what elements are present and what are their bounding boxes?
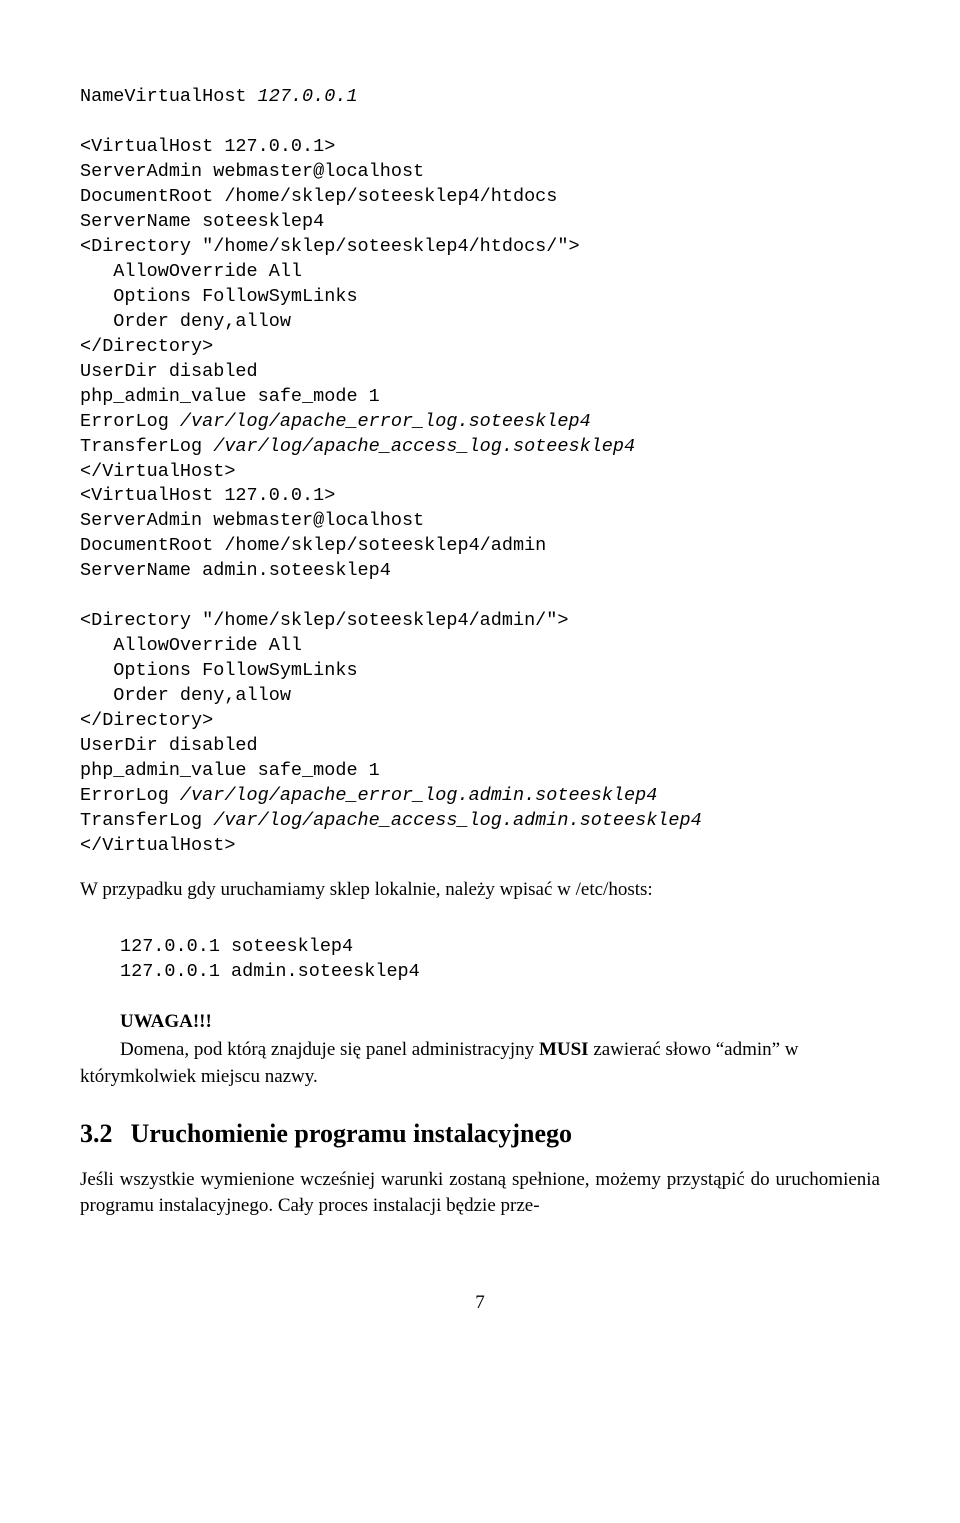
uwaga-heading: UWAGA!!! [120,1009,880,1036]
cfg-line: </Directory> [80,336,213,357]
cfg-line: ErrorLog [80,785,180,806]
cfg-ip-italic: 127.0.0.1 [258,86,358,107]
cfg-line: TransferLog [80,810,213,831]
cfg-line: ServerAdmin webmaster@localhost [80,161,424,182]
cfg-path-italic: /var/log/apache_error_log.soteesklep4 [180,411,591,432]
cfg-line: php_admin_value safe_mode 1 [80,386,380,407]
cfg-line: ServerName soteesklep4 [80,211,324,232]
cfg-line: UserDir disabled [80,735,258,756]
cfg-line: <VirtualHost 127.0.0.1> [80,136,335,157]
cfg-line: </Directory> [80,710,213,731]
cfg-line: <Directory "/home/sklep/soteesklep4/admi… [80,610,568,631]
cfg-line: NameVirtualHost [80,86,258,107]
cfg-line: DocumentRoot /home/sklep/soteesklep4/htd… [80,186,557,207]
cfg-path-italic: /var/log/apache_access_log.admin.soteesk… [213,810,701,831]
paragraph-hosts-intro: W przypadku gdy uruchamiamy sklep lokaln… [80,877,880,904]
hosts-line: 127.0.0.1 admin.soteesklep4 [120,961,420,982]
hosts-line: 127.0.0.1 soteesklep4 [120,936,353,957]
cfg-line: </VirtualHost> [80,835,235,856]
uwaga-musi: MUSI [539,1039,589,1060]
section-heading: 3.2 Uruchomienie programu instalacyjnego [80,1116,880,1152]
hosts-block: 127.0.0.1 soteesklep4 127.0.0.1 admin.so… [120,910,880,985]
cfg-line: UserDir disabled [80,361,258,382]
cfg-line: Order deny,allow [80,311,291,332]
section-number: 3.2 [80,1119,113,1148]
paragraph-install: Jeśli wszystkie wymienione wcześniej war… [80,1167,880,1220]
section-title: Uruchomienie programu instalacyjnego [131,1119,573,1148]
cfg-line: ServerAdmin webmaster@localhost [80,510,424,531]
cfg-line: TransferLog [80,436,213,457]
cfg-line: <VirtualHost 127.0.0.1> [80,485,335,506]
cfg-line: DocumentRoot /home/sklep/soteesklep4/adm… [80,535,546,556]
cfg-line: ServerName admin.soteesklep4 [80,560,391,581]
cfg-line: Options FollowSymLinks [80,286,358,307]
cfg-line: AllowOverride All [80,261,302,282]
cfg-line: AllowOverride All [80,635,302,656]
cfg-line: </VirtualHost> [80,461,235,482]
cfg-line: Order deny,allow [80,685,291,706]
uwaga-paragraph: Domena, pod którą znajduje się panel adm… [80,1037,880,1090]
cfg-line: <Directory "/home/sklep/soteesklep4/htdo… [80,236,580,257]
cfg-path-italic: /var/log/apache_error_log.admin.soteeskl… [180,785,657,806]
cfg-line: ErrorLog [80,411,180,432]
cfg-line: php_admin_value safe_mode 1 [80,760,380,781]
page-number: 7 [80,1290,880,1317]
config-block-1: NameVirtualHost 127.0.0.1 <VirtualHost 1… [80,60,880,859]
cfg-path-italic: /var/log/apache_access_log.soteesklep4 [213,436,635,457]
cfg-line: Options FollowSymLinks [80,660,358,681]
uwaga-text-a: Domena, pod którą znajduje się panel adm… [120,1039,539,1060]
